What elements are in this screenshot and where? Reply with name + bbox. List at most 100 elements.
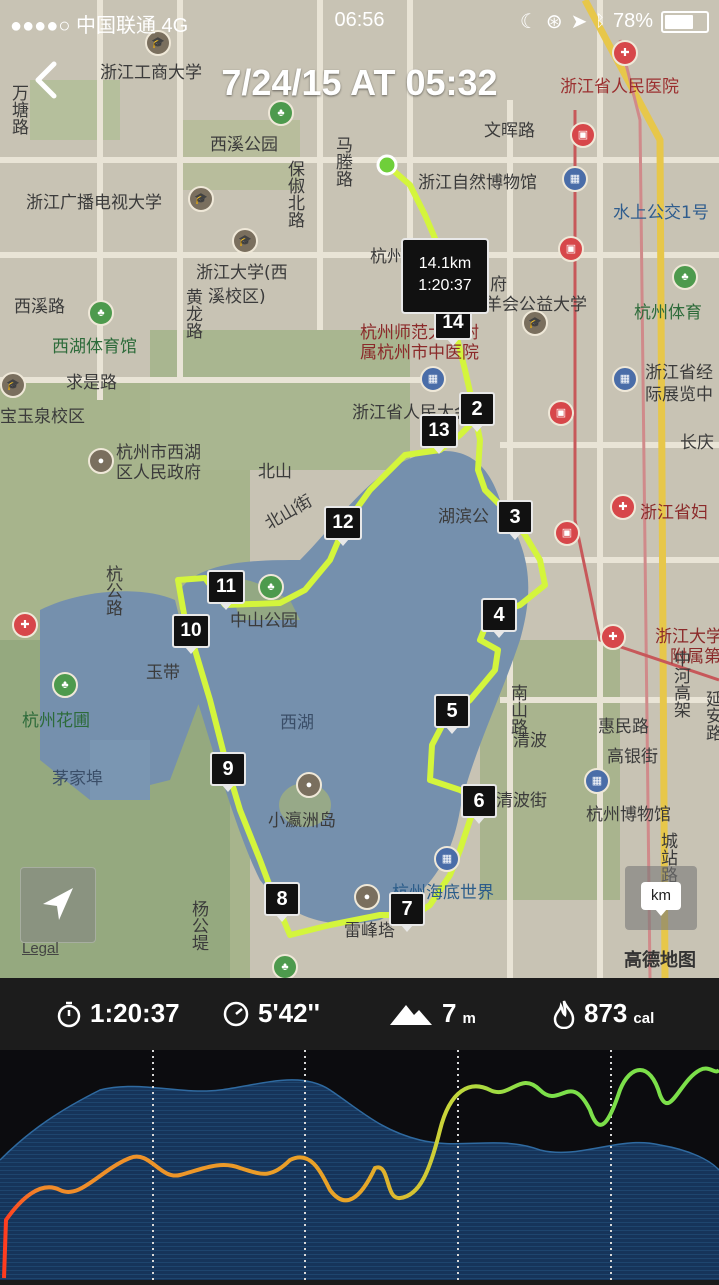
hospital-icon: ✚ xyxy=(12,612,38,638)
government-icon: ● xyxy=(88,448,114,474)
hall-icon: ▦ xyxy=(420,366,446,392)
km-marker[interactable]: 12 xyxy=(324,506,362,546)
hospital-icon: ✚ xyxy=(600,624,626,650)
stadium-icon: ♣ xyxy=(88,300,114,326)
map-label: 小瀛洲岛 xyxy=(268,811,336,831)
university-icon: 🎓 xyxy=(0,372,26,398)
elevation-unit: m xyxy=(462,1010,476,1027)
park-icon: ♣ xyxy=(272,954,298,978)
map-label: 保俶北路 xyxy=(284,160,304,228)
callout-distance: 14.1km xyxy=(418,255,472,272)
location-arrow-icon xyxy=(43,888,73,920)
map-label: 文晖路 xyxy=(484,121,535,141)
aquarium-icon: ▦ xyxy=(434,846,460,872)
elevation-value: 7 xyxy=(442,998,457,1028)
legal-link[interactable]: Legal xyxy=(22,940,59,957)
museum-icon: ▦ xyxy=(584,768,610,794)
hospital-icon: ✚ xyxy=(610,494,636,520)
map-label: 西湖 xyxy=(280,713,314,733)
garden-icon: ♣ xyxy=(52,672,78,698)
island-icon: ● xyxy=(296,772,322,798)
map-label: 宝玉泉校区 xyxy=(0,407,85,427)
map-label: 杭州博物馆 xyxy=(586,805,671,825)
map-label: 溪校区) xyxy=(208,287,266,307)
map-label: 属杭州市中医院 xyxy=(360,343,479,363)
finish-callout[interactable]: 14.1km 1:20:37 xyxy=(401,238,489,314)
map-label: 求是路 xyxy=(66,373,117,393)
map-label: 西溪路 xyxy=(14,297,65,317)
status-right: ☾ ⊛ ➤ ᛒ 78% xyxy=(520,9,709,34)
stat-calories: 873 cal xyxy=(552,998,654,1029)
page-title: 7/24/15 AT 05:32 xyxy=(221,62,498,103)
map-label: 际展览中 xyxy=(645,385,713,405)
map-label: 杭州体育 xyxy=(634,303,702,323)
map-provider: 高德地图 xyxy=(624,950,696,970)
map-label: 茅家埠 xyxy=(52,769,103,789)
pagoda-icon: ● xyxy=(354,884,380,910)
status-bar: ●●●●○ 中国联通 4G 06:56 ☾ ⊛ ➤ ᛒ 78% xyxy=(0,0,719,40)
university-icon: 🎓 xyxy=(232,228,258,254)
km-marker[interactable]: 10 xyxy=(172,614,210,654)
map-base xyxy=(0,0,719,978)
flame-icon xyxy=(553,1000,575,1029)
map-label: 杭州 xyxy=(370,247,404,267)
map-label: 浙江广播电视大学 xyxy=(26,193,162,213)
speedometer-icon xyxy=(223,1001,249,1026)
map-label: 杭州花圃 xyxy=(22,711,90,731)
map-label: 延安路 xyxy=(702,690,719,741)
mountain-icon xyxy=(390,1004,432,1025)
map-label: 区人民政府 xyxy=(116,463,201,483)
park-icon: ♣ xyxy=(258,574,284,600)
map-label: 北山 xyxy=(258,462,292,482)
km-marker[interactable]: 13 xyxy=(420,414,458,454)
calories-unit: cal xyxy=(633,1010,655,1027)
calories-value: 873 xyxy=(584,998,628,1028)
km-marker[interactable]: 3 xyxy=(497,500,533,540)
km-marker[interactable]: 6 xyxy=(461,784,497,824)
km-marker[interactable]: 9 xyxy=(210,752,246,792)
locate-button[interactable] xyxy=(20,867,96,943)
map-label: 雷峰塔 xyxy=(344,921,395,941)
museum-icon: ▦ xyxy=(562,166,588,192)
bus-icon: ▣ xyxy=(554,520,580,546)
pace-elevation-graph[interactable] xyxy=(0,1050,719,1280)
map-label: 高银街 xyxy=(607,747,658,767)
map-label: 杭公路 xyxy=(102,565,122,616)
stadium-icon: ♣ xyxy=(672,264,698,290)
km-marker[interactable]: 2 xyxy=(459,392,495,432)
unit-toggle-button[interactable]: km xyxy=(625,866,697,930)
km-marker[interactable]: 4 xyxy=(481,598,517,638)
stat-duration: 1:20:37 xyxy=(56,998,180,1029)
bus-icon: ▣ xyxy=(558,236,584,262)
map-label: 杨公堤 xyxy=(188,900,208,951)
map-label: 西湖体育馆 xyxy=(52,337,137,357)
map-label: 中河高架 xyxy=(670,650,690,718)
map-label: 清波街 xyxy=(496,791,547,811)
university-icon: 🎓 xyxy=(188,186,214,212)
bus-icon: ▣ xyxy=(570,122,596,148)
battery-icon xyxy=(661,10,709,33)
bus-icon: ▣ xyxy=(548,400,574,426)
unit-badge: km xyxy=(641,882,681,916)
km-marker[interactable]: 5 xyxy=(434,694,470,734)
moon-icon: ☾ xyxy=(519,11,538,33)
header: 7/24/15 AT 05:32 xyxy=(0,52,719,112)
callout-time: 1:20:37 xyxy=(418,277,472,294)
duration-value: 1:20:37 xyxy=(90,998,180,1028)
pace-value: 5'42'' xyxy=(258,998,320,1028)
map-label: 浙江自然博物馆 xyxy=(418,173,537,193)
map-label: 马塍路 xyxy=(332,136,352,187)
battery-percent: 78% xyxy=(612,10,653,32)
map-label: 长庆 xyxy=(680,433,714,453)
route-map[interactable]: 浙江工商大学 西溪公园 文晖路 浙江省人民医院 马塍路 浙江自然博物馆 浙江广播… xyxy=(0,0,719,978)
km-marker[interactable]: 11 xyxy=(207,570,245,610)
map-label: 清波 xyxy=(513,731,547,751)
map-label: 湖滨公 xyxy=(438,507,489,527)
bluetooth-icon: ᛒ xyxy=(595,12,605,30)
km-marker[interactable]: 7 xyxy=(389,892,425,932)
map-label: 黄龙路 xyxy=(182,288,202,339)
map-label: 惠民路 xyxy=(598,717,649,737)
graph-svg xyxy=(0,1050,719,1280)
map-label: 玉带 xyxy=(146,663,180,683)
km-marker[interactable]: 8 xyxy=(264,882,300,922)
